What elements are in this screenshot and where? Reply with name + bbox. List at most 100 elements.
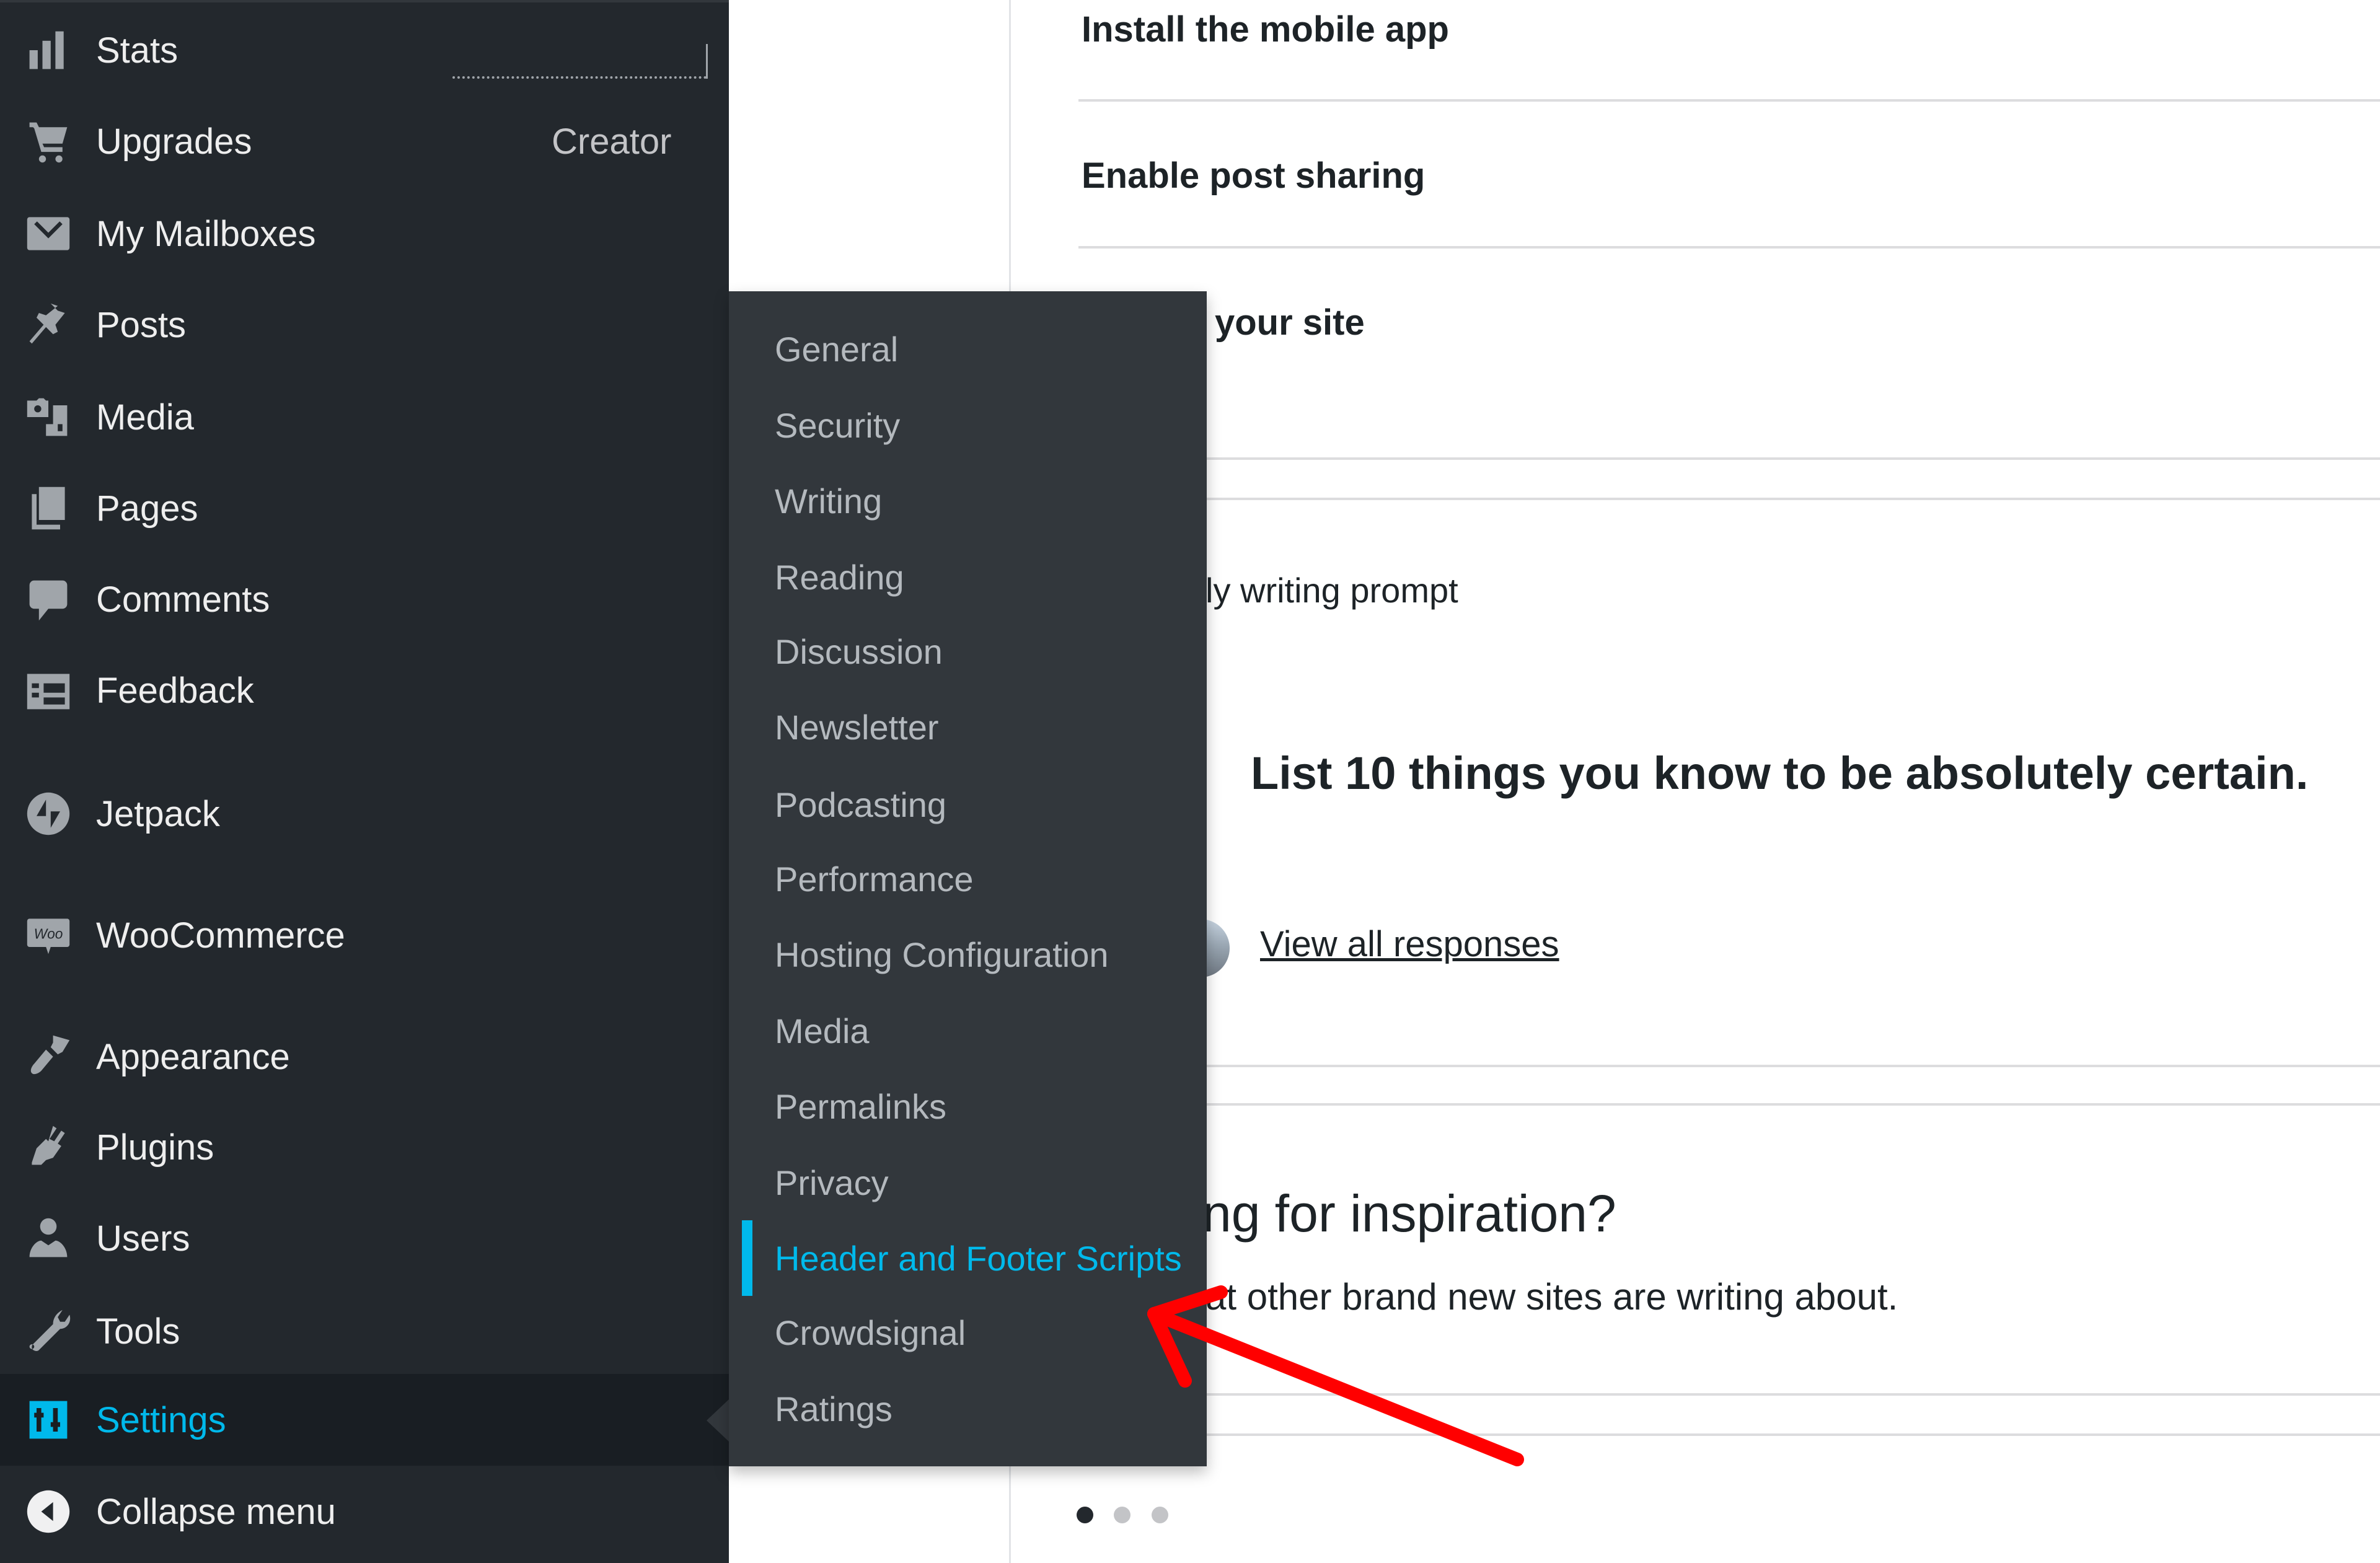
checklist-item-name-site[interactable]: your site [1215, 302, 1365, 343]
checklist-item-install-app[interactable]: Install the mobile app [1082, 9, 1449, 50]
sidebar-item-label: My Mailboxes [96, 213, 316, 254]
settings-submenu: General Security Writing Reading Discuss… [729, 291, 1207, 1466]
submenu-item-label: Discussion [775, 632, 943, 671]
submenu-item-privacy[interactable]: Privacy [729, 1148, 1207, 1217]
sidebar-item-media[interactable]: Media [0, 371, 729, 463]
sidebar-item-plugins[interactable]: Plugins [0, 1101, 729, 1193]
submenu-item-ratings[interactable]: Ratings [729, 1375, 1207, 1443]
mail-icon [24, 209, 73, 258]
user-icon [24, 1213, 73, 1263]
divider [1078, 1065, 2380, 1067]
card-top-border [1078, 498, 2380, 500]
sidebar-item-woocommerce[interactable]: Woo WooCommerce [0, 889, 729, 981]
card-top-border [1078, 1103, 2380, 1106]
submenu-item-label: Header and Footer Scripts [775, 1238, 1182, 1278]
submenu-item-label: Crowdsignal [775, 1313, 966, 1352]
admin-sidebar: Stats Upgrades Creator My Mailboxes Post… [0, 0, 729, 1563]
sidebar-item-pages[interactable]: Pages [0, 462, 729, 554]
submenu-item-performance[interactable]: Performance [729, 845, 1207, 913]
submenu-item-label: Permalinks [775, 1086, 946, 1126]
sidebar-item-label: Upgrades [96, 121, 252, 162]
collapse-menu-button[interactable]: Collapse menu [0, 1466, 729, 1557]
submenu-item-discussion[interactable]: Discussion [729, 617, 1207, 685]
writing-prompt-text: List 10 things you know to be absolutely… [1251, 747, 2309, 799]
carousel-dot-2[interactable] [1114, 1507, 1130, 1523]
sidebar-item-appearance[interactable]: Appearance [0, 1011, 729, 1103]
cart-icon [24, 117, 73, 166]
submenu-item-writing[interactable]: Writing [729, 467, 1207, 535]
submenu-item-label: Ratings [775, 1389, 892, 1429]
sidebar-top-edge [0, 0, 729, 2]
pushpin-icon [24, 300, 73, 350]
divider [1078, 99, 2380, 102]
submenu-item-permalinks[interactable]: Permalinks [729, 1072, 1207, 1140]
submenu-item-label: Newsletter [775, 707, 939, 747]
submenu-item-reading[interactable]: Reading [729, 543, 1207, 611]
submenu-item-label: Security [775, 405, 901, 445]
inspiration-title: ng for inspiration? [1202, 1184, 1616, 1243]
sidebar-item-label: Settings [96, 1399, 226, 1440]
jetpack-icon [24, 789, 73, 839]
submenu-item-general[interactable]: General [729, 315, 1207, 383]
checklist-item-post-sharing[interactable]: Enable post sharing [1082, 155, 1425, 196]
sidebar-item-label: Users [96, 1218, 190, 1259]
submenu-item-label: Writing [775, 481, 883, 521]
submenu-item-hosting-configuration[interactable]: Hosting Configuration [729, 920, 1207, 988]
sidebar-item-jetpack[interactable]: Jetpack [0, 768, 729, 860]
sidebar-item-settings[interactable]: Settings [0, 1374, 729, 1466]
arrow-shaft [1147, 1307, 1524, 1466]
submenu-item-label: Podcasting [775, 785, 947, 824]
sidebar-item-users[interactable]: Users [0, 1192, 729, 1284]
sidebar-item-label: Plugins [96, 1127, 214, 1168]
sidebar-item-upgrades[interactable]: Upgrades Creator [0, 95, 729, 187]
inspiration-subtitle: at other brand new sites are writing abo… [1205, 1276, 1898, 1318]
submenu-item-label: Reading [775, 557, 904, 597]
settings-icon [24, 1395, 73, 1445]
sidebar-item-label: Collapse menu [96, 1491, 336, 1532]
media-icon [24, 392, 73, 442]
divider [1078, 1393, 2380, 1396]
sidebar-item-label: Stats [96, 30, 178, 71]
plug-icon [24, 1122, 73, 1172]
current-item-indicator [742, 1220, 752, 1296]
feedback-icon [24, 666, 73, 715]
submenu-item-label: General [775, 329, 899, 369]
submenu-item-crowdsignal[interactable]: Crowdsignal [729, 1298, 1207, 1367]
stats-sparkline [452, 44, 708, 79]
submenu-item-label: Hosting Configuration [775, 935, 1109, 974]
sidebar-item-label: WooCommerce [96, 915, 345, 956]
submenu-item-security[interactable]: Security [729, 391, 1207, 459]
sidebar-item-comments[interactable]: Comments [0, 553, 729, 645]
woo-icon: Woo [24, 910, 73, 960]
paintbrush-icon [24, 1032, 73, 1081]
carousel-dot-1[interactable] [1077, 1507, 1093, 1523]
carousel-dot-3[interactable] [1152, 1507, 1168, 1523]
sidebar-item-tools[interactable]: Tools [0, 1285, 729, 1377]
writing-prompt-label: ly writing prompt [1205, 571, 1458, 610]
sidebar-item-feedback[interactable]: Feedback [0, 645, 729, 736]
submenu-item-newsletter[interactable]: Newsletter [729, 693, 1207, 761]
plan-badge: Creator [552, 121, 672, 162]
sidebar-item-label: Comments [96, 579, 270, 620]
sidebar-item-posts[interactable]: Posts [0, 279, 729, 371]
view-all-responses-link[interactable]: View all responses [1260, 923, 1559, 965]
svg-text:Woo: Woo [34, 926, 63, 942]
sidebar-item-label: Pages [96, 488, 198, 529]
sidebar-item-label: Feedback [96, 670, 254, 711]
sidebar-item-label: Tools [96, 1311, 180, 1352]
sidebar-item-label: Posts [96, 304, 187, 345]
sidebar-item-label: Appearance [96, 1036, 290, 1077]
collapse-icon [24, 1487, 73, 1536]
divider [1078, 457, 2380, 460]
sidebar-item-stats[interactable]: Stats [0, 4, 729, 96]
bar-chart-icon [24, 25, 73, 75]
wrench-icon [24, 1306, 73, 1356]
submenu-item-media[interactable]: Media [729, 997, 1207, 1065]
submenu-item-label: Media [775, 1011, 870, 1050]
submenu-item-podcasting[interactable]: Podcasting [729, 770, 1207, 839]
sidebar-item-my-mailboxes[interactable]: My Mailboxes [0, 188, 729, 280]
pages-icon [24, 483, 73, 533]
submenu-item-label: Performance [775, 859, 974, 899]
submenu-item-header-footer-scripts[interactable]: Header and Footer Scripts [729, 1220, 1207, 1296]
card-bottom-border [1078, 1433, 2380, 1436]
